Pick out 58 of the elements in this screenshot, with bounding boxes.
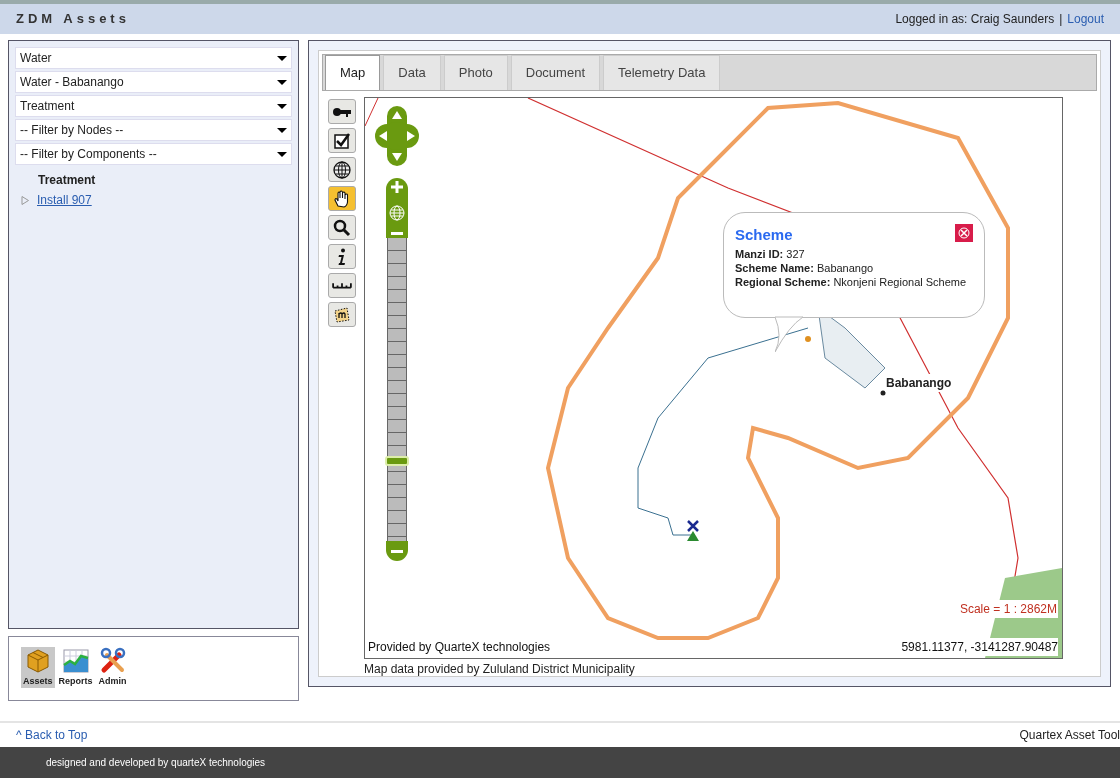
app-name: Quartex Asset Tool [1019,727,1120,744]
map-tool-button[interactable] [328,302,356,327]
map-tool-button[interactable] [328,99,356,124]
map-credit: Map data provided by Zululand District Municipality [364,661,636,678]
tab[interactable]: Telemetry Data [603,55,721,90]
popup-title: Scheme [735,225,793,245]
logout-link[interactable]: Logout [1067,10,1104,28]
separator-text: | [1059,11,1063,28]
popup-field: Regional Scheme: Nkonjeni Regional Scheme [735,274,973,289]
zoom-thumb[interactable] [385,456,409,467]
caret-icon [277,103,287,109]
globe-icon[interactable] [389,204,405,221]
filter-dropdown[interactable]: -- Filter by Nodes -- [15,119,292,141]
map-tool-button[interactable] [328,273,356,298]
place-label: Babanango [885,374,953,392]
module-button[interactable]: Admin [96,646,129,688]
popup-field: Manzi ID: 327 [735,246,973,261]
module-button[interactable]: Reports [56,646,95,688]
area-measure-icon [332,304,352,325]
map-tool-button[interactable] [328,186,356,211]
map-tool-button[interactable] [328,215,356,240]
popup-field: Scheme Name: Babanango [735,260,973,275]
caret-icon [277,79,287,85]
map-tool-button[interactable] [328,244,356,269]
search-icon [332,217,352,238]
login-status: Logged in as: Craig Saunders [895,11,1055,28]
close-button[interactable] [955,224,973,242]
pan-control-icon[interactable] [375,106,419,166]
footer-credit: designed and developed by quarteX technologies [46,756,266,770]
caret-icon [277,151,287,157]
scale-label: Scale = 1 : 2862M [958,600,1058,618]
tab[interactable]: Photo [443,55,508,90]
filter-dropdown[interactable]: Treatment [15,95,292,117]
chart-icon [61,646,90,675]
close-icon [958,227,970,239]
tab[interactable]: Document [510,55,600,90]
module-button[interactable]: Assets [21,646,55,688]
tools-icon [98,646,127,675]
tab[interactable]: Data [383,55,441,90]
filter-dropdown[interactable]: Water - Babanango [15,71,292,93]
plus-icon[interactable] [391,181,403,193]
tree-heading: Treatment [37,172,97,189]
back-to-top-link[interactable]: ^ Back to Top [16,726,88,744]
minus-icon[interactable] [391,549,403,553]
map-view[interactable]: Scheme Manzi ID: 327 Scheme Name: Babanango Regional Scheme: Nkonjeni Regional Scheme Babanango Scale = 1 : 2862M Provided by QuarteX technologies 5981.11377, -3141287.90487 [364,97,1063,659]
coordinates-readout: 5981.11377, -3141287.90487 [901,638,1058,656]
app-title: ZDM Assets [16,10,130,29]
tree-item[interactable]: Install 907 [37,191,92,209]
tab[interactable]: Map [325,55,381,90]
caret-icon [277,55,287,61]
filter-dropdown[interactable]: -- Filter by Components -- [15,143,292,165]
map-tool-button[interactable] [328,128,356,153]
map-tool-button[interactable] [328,157,356,182]
caret-icon [277,127,287,133]
zoom-slider[interactable] [386,178,408,561]
filter-dropdown[interactable]: Water [15,47,292,69]
ruler-icon [332,282,352,289]
globe-icon [332,159,352,180]
